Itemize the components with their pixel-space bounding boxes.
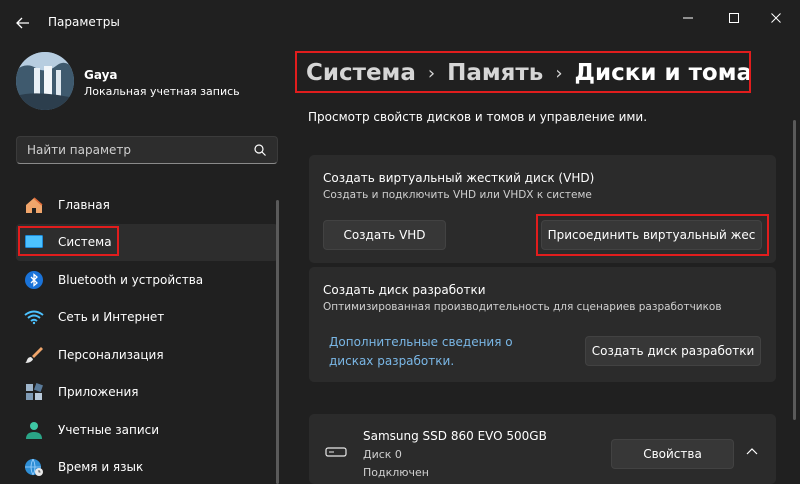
sidebar-item-label: Сеть и Интернет xyxy=(58,310,165,325)
close-icon xyxy=(771,13,781,23)
sidebar-item-label: Главная xyxy=(58,197,110,212)
create-dev-drive-button[interactable]: Создать диск разработки xyxy=(585,336,761,366)
page-description: Просмотр свойств дисков и томов и управл… xyxy=(308,110,648,124)
main-scrollbar[interactable] xyxy=(793,120,796,420)
app-title: Параметры xyxy=(48,15,120,29)
minimize-button[interactable] xyxy=(668,8,708,28)
globe-clock-icon xyxy=(24,457,44,477)
disk-card: Samsung SSD 860 EVO 500GB Диск 0 Подключ… xyxy=(309,414,776,484)
user-account-type: Локальная учетная запись xyxy=(84,85,240,98)
create-vhd-button[interactable]: Создать VHD xyxy=(323,220,446,250)
sidebar-item-accounts[interactable]: Учетные записи xyxy=(16,411,278,449)
search-box xyxy=(16,136,278,164)
disk-status: Подключен xyxy=(363,466,429,479)
back-button[interactable] xyxy=(12,12,34,34)
dev-card-title: Создать диск разработки xyxy=(323,283,486,297)
bluetooth-icon xyxy=(24,270,44,290)
brush-icon xyxy=(24,345,44,365)
sidebar-item-apps[interactable]: Приложения xyxy=(16,374,278,412)
home-icon xyxy=(24,195,44,215)
sidebar-item-label: Учетные записи xyxy=(58,422,160,437)
disk-name: Samsung SSD 860 EVO 500GB xyxy=(363,429,547,443)
avatar[interactable] xyxy=(16,52,74,110)
disk-properties-button[interactable]: Свойства xyxy=(611,439,734,469)
sidebar-item-label: Bluetooth и устройства xyxy=(58,272,204,287)
arrow-left-icon xyxy=(16,17,29,29)
person-icon xyxy=(24,420,44,440)
vhd-card-subtitle: Создать и подключить VHD или VHDX к сист… xyxy=(323,189,592,201)
wifi-icon xyxy=(24,307,44,327)
sidebar-item-label: Персонализация xyxy=(58,347,164,362)
drive-icon xyxy=(325,447,347,457)
sidebar-item-bluetooth[interactable]: Bluetooth и устройства xyxy=(16,261,278,299)
avatar-waterfall-image xyxy=(16,52,74,110)
sidebar-item-home[interactable]: Главная xyxy=(16,186,278,224)
sidebar-item-label: Время и язык xyxy=(58,460,144,475)
dev-drive-learn-more-link[interactable]: Дополнительные сведения о дисках разрабо… xyxy=(329,333,529,371)
chevron-up-icon[interactable] xyxy=(745,446,759,456)
highlight-box-system xyxy=(18,226,119,256)
maximize-button[interactable] xyxy=(714,8,754,28)
highlight-box-breadcrumb xyxy=(295,51,751,93)
sidebar-item-time-language[interactable]: Время и язык xyxy=(16,449,278,484)
minimize-icon xyxy=(683,17,693,19)
dev-card-subtitle: Оптимизированная производительность для … xyxy=(323,301,722,313)
sidebar-item-network[interactable]: Сеть и Интернет xyxy=(16,299,278,337)
user-name: Gaya xyxy=(84,68,118,82)
close-button[interactable] xyxy=(756,8,796,28)
highlight-box-attach xyxy=(536,214,769,256)
sidebar-item-personalization[interactable]: Персонализация xyxy=(16,336,278,374)
apps-icon xyxy=(24,382,44,402)
vhd-card-title: Создать виртуальный жесткий диск (VHD) xyxy=(323,171,595,185)
search-icon[interactable] xyxy=(253,143,267,157)
search-input[interactable] xyxy=(17,137,247,163)
sidebar-scrollbar[interactable] xyxy=(276,200,279,484)
disk-number: Диск 0 xyxy=(363,448,402,461)
title-bar: Параметры xyxy=(0,0,800,40)
maximize-icon xyxy=(729,13,739,23)
sidebar-item-label: Приложения xyxy=(58,385,139,400)
